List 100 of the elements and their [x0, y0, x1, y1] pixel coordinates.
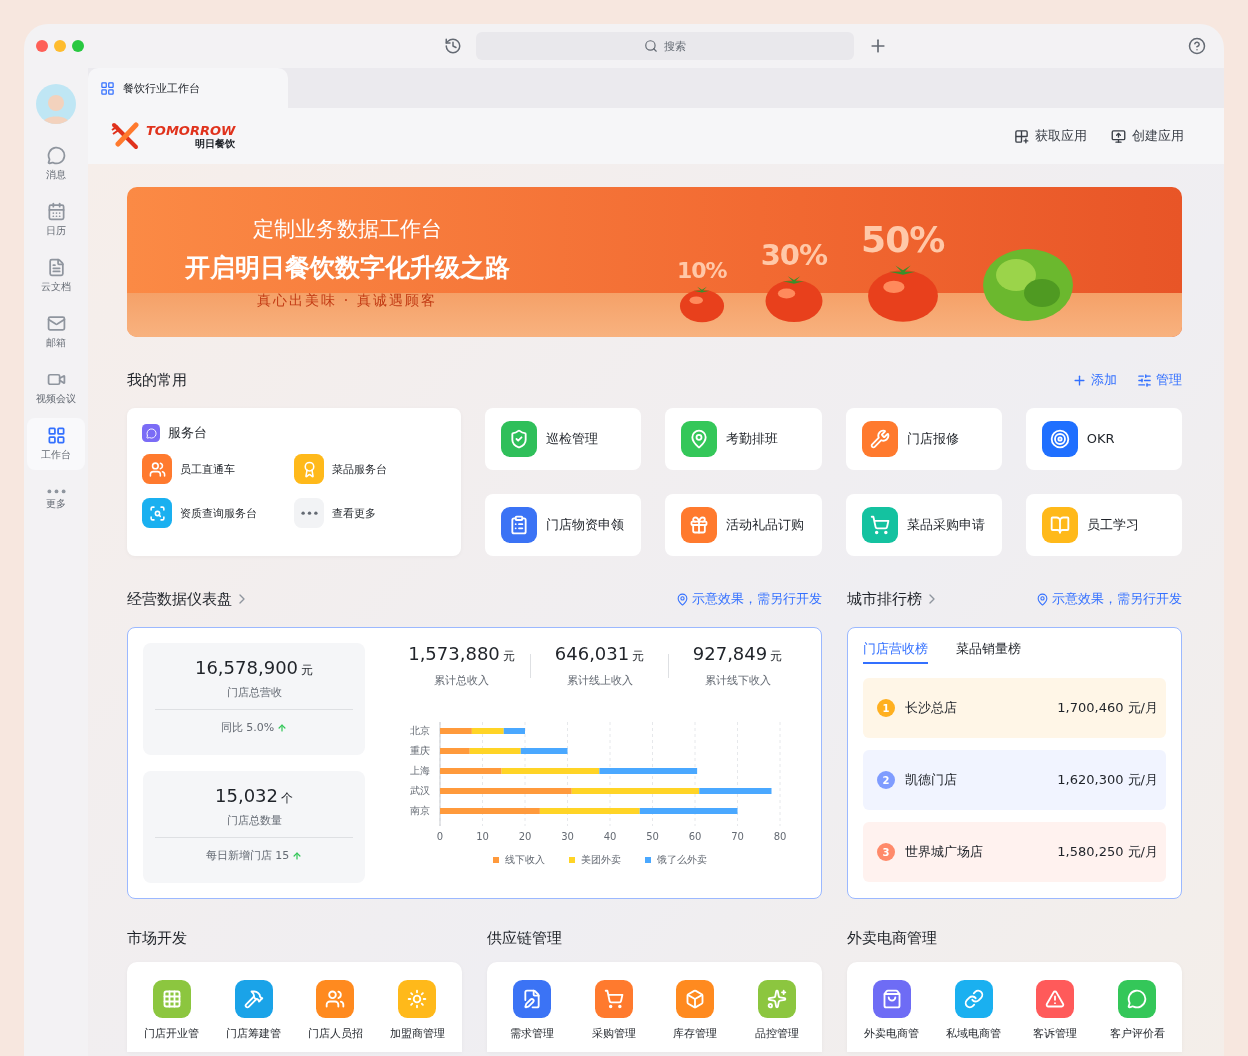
people-icon — [325, 989, 346, 1009]
sidebar-item[interactable]: 视频会议 — [27, 362, 85, 414]
stat-unit: 元 — [301, 662, 314, 679]
app-shortcut[interactable]: 私域电商管 — [932, 980, 1015, 1052]
search-placeholder: 搜索 — [664, 38, 686, 54]
app-shortcut[interactable]: 品控管理 — [736, 980, 818, 1052]
header-action-button[interactable]: 获取应用 — [1014, 127, 1087, 145]
axis-tick-label: 40 — [603, 831, 616, 842]
bag-icon — [881, 989, 902, 1009]
ranking-tab[interactable]: 门店营收榜 — [863, 640, 928, 664]
axis-tick-label: 20 — [518, 831, 531, 842]
banner-slogan: 真心出美味 · 真诚遇顾客 — [257, 291, 437, 310]
app-shortcut[interactable]: 外卖电商管 — [851, 980, 933, 1052]
app-shortcut[interactable]: 客户评价看 — [1096, 980, 1178, 1052]
search-icon — [148, 504, 166, 522]
summary-label: 累计总收入 — [434, 673, 489, 688]
section-title: 市场开发 — [127, 929, 188, 948]
legend-swatch — [492, 857, 499, 863]
app-shortcut[interactable]: 库存管理 — [654, 980, 737, 1052]
maximize-button[interactable] — [72, 40, 84, 52]
grid-icon — [100, 80, 115, 96]
link-button[interactable]: 添加 — [1072, 371, 1117, 389]
card-title: 服务台 — [168, 424, 207, 442]
service-item[interactable]: 菜品服务台 — [294, 454, 446, 484]
grid-icon — [161, 989, 182, 1009]
sun-icon — [407, 989, 428, 1009]
service-item[interactable]: 员工直通车 — [142, 454, 294, 484]
stat-footer: 同比 5.0% — [220, 720, 275, 735]
app-shortcut[interactable]: 客诉管理 — [1014, 980, 1097, 1052]
app-card[interactable]: 员工学习 — [1025, 494, 1182, 556]
help-icon[interactable] — [1188, 37, 1206, 55]
axis-category-label: 重庆 — [409, 745, 430, 756]
link-icon — [963, 989, 984, 1009]
axis-category-label: 武汉 — [409, 785, 430, 796]
map-pin-icon — [689, 429, 710, 449]
app-shortcut[interactable]: 加盟商管理 — [376, 980, 458, 1052]
sidebar-item[interactable]: 云文档 — [27, 250, 85, 302]
app-card[interactable]: 考勤排班 — [665, 408, 822, 470]
cart-icon — [603, 989, 624, 1009]
hammer-icon — [243, 989, 264, 1009]
app-card[interactable]: 门店物资申领 — [485, 494, 642, 556]
close-button[interactable] — [36, 40, 48, 52]
store-name: 世界城广场店 — [905, 843, 984, 861]
map-pin-icon — [676, 592, 689, 606]
stat-value: 16,578,900 — [194, 657, 299, 678]
sidebar-item[interactable]: 邮箱 — [27, 306, 85, 358]
store-revenue: 1,700,460 元/月 — [1057, 699, 1158, 717]
app-shortcut[interactable]: 门店人员招 — [294, 980, 377, 1052]
store-name: 凯德门店 — [905, 771, 958, 789]
app-card[interactable]: 活动礼品订购 — [665, 494, 822, 556]
minimize-button[interactable] — [54, 40, 66, 52]
ranking-tab[interactable]: 菜品销量榜 — [956, 640, 1021, 664]
map-pin-icon — [1036, 592, 1049, 606]
more-icon — [46, 489, 66, 494]
app-shortcut[interactable]: 门店开业管 — [131, 980, 213, 1052]
sidebar-item[interactable]: 日历 — [27, 194, 85, 246]
banner-title: 开启明日餐饮数字化升级之路 — [184, 251, 510, 284]
axis-category-label: 南京 — [409, 805, 430, 816]
summary-value: 1,573,880 — [408, 643, 500, 664]
app-shortcut[interactable]: 采购管理 — [572, 980, 655, 1052]
service-desk-icon — [142, 424, 160, 442]
workspace-tab[interactable]: 餐饮行业工作台 — [88, 68, 288, 108]
section-title: 我的常用 — [127, 370, 187, 390]
sliders-icon — [1137, 372, 1152, 388]
header-action-button[interactable]: 创建应用 — [1111, 127, 1184, 145]
section-title: 经营数据仪表盘 — [127, 589, 232, 609]
link-button[interactable]: 管理 — [1137, 371, 1182, 389]
app-shortcut[interactable]: 需求管理 — [491, 980, 573, 1052]
service-item[interactable]: 查看更多 — [294, 498, 446, 528]
section-title: 外卖电商管理 — [847, 929, 938, 948]
sidebar-item[interactable]: 消息 — [27, 138, 85, 190]
percent-label: 50% — [861, 222, 945, 259]
app-card[interactable]: 菜品采购申请 — [845, 494, 1002, 556]
axis-tick-label: 50 — [645, 831, 659, 842]
note-link[interactable]: 示意效果，需另行开发 — [676, 590, 822, 608]
service-item[interactable]: 资质查询服务台 — [142, 498, 294, 528]
app-card[interactable]: 巡检管理 — [485, 408, 642, 470]
brand-subtitle: 明日餐饮 — [195, 138, 236, 149]
legend-swatch — [568, 857, 575, 863]
medal-icon: 1 — [877, 699, 895, 717]
sidebar-item[interactable]: 工作台 — [27, 418, 85, 470]
stat-label: 门店总数量 — [226, 813, 282, 828]
summary-unit: 元 — [770, 648, 783, 665]
app-card[interactable]: 门店报修 — [845, 408, 1002, 470]
stat-value: 15,032 — [215, 785, 278, 806]
stat-footer: 每日新增门店 15 — [205, 848, 290, 863]
more-icon — [300, 510, 318, 516]
calendar-icon — [46, 202, 66, 221]
summary-value: 646,031 — [554, 643, 630, 664]
document-icon — [46, 258, 66, 277]
history-icon[interactable] — [444, 37, 462, 55]
app-shortcut[interactable]: 门店筹建管 — [212, 980, 295, 1052]
app-card[interactable]: OKR — [1025, 408, 1182, 470]
section-title: 供应链管理 — [487, 929, 563, 948]
axis-tick-label: 70 — [730, 831, 744, 842]
sidebar-item[interactable]: 更多 — [27, 474, 85, 526]
note-link[interactable]: 示意效果，需另行开发 — [1036, 590, 1182, 608]
banner-subtitle: 定制业务数据工作台 — [252, 215, 442, 243]
search-field[interactable]: 搜索 — [476, 32, 854, 60]
chat-bubble-icon — [46, 146, 66, 165]
